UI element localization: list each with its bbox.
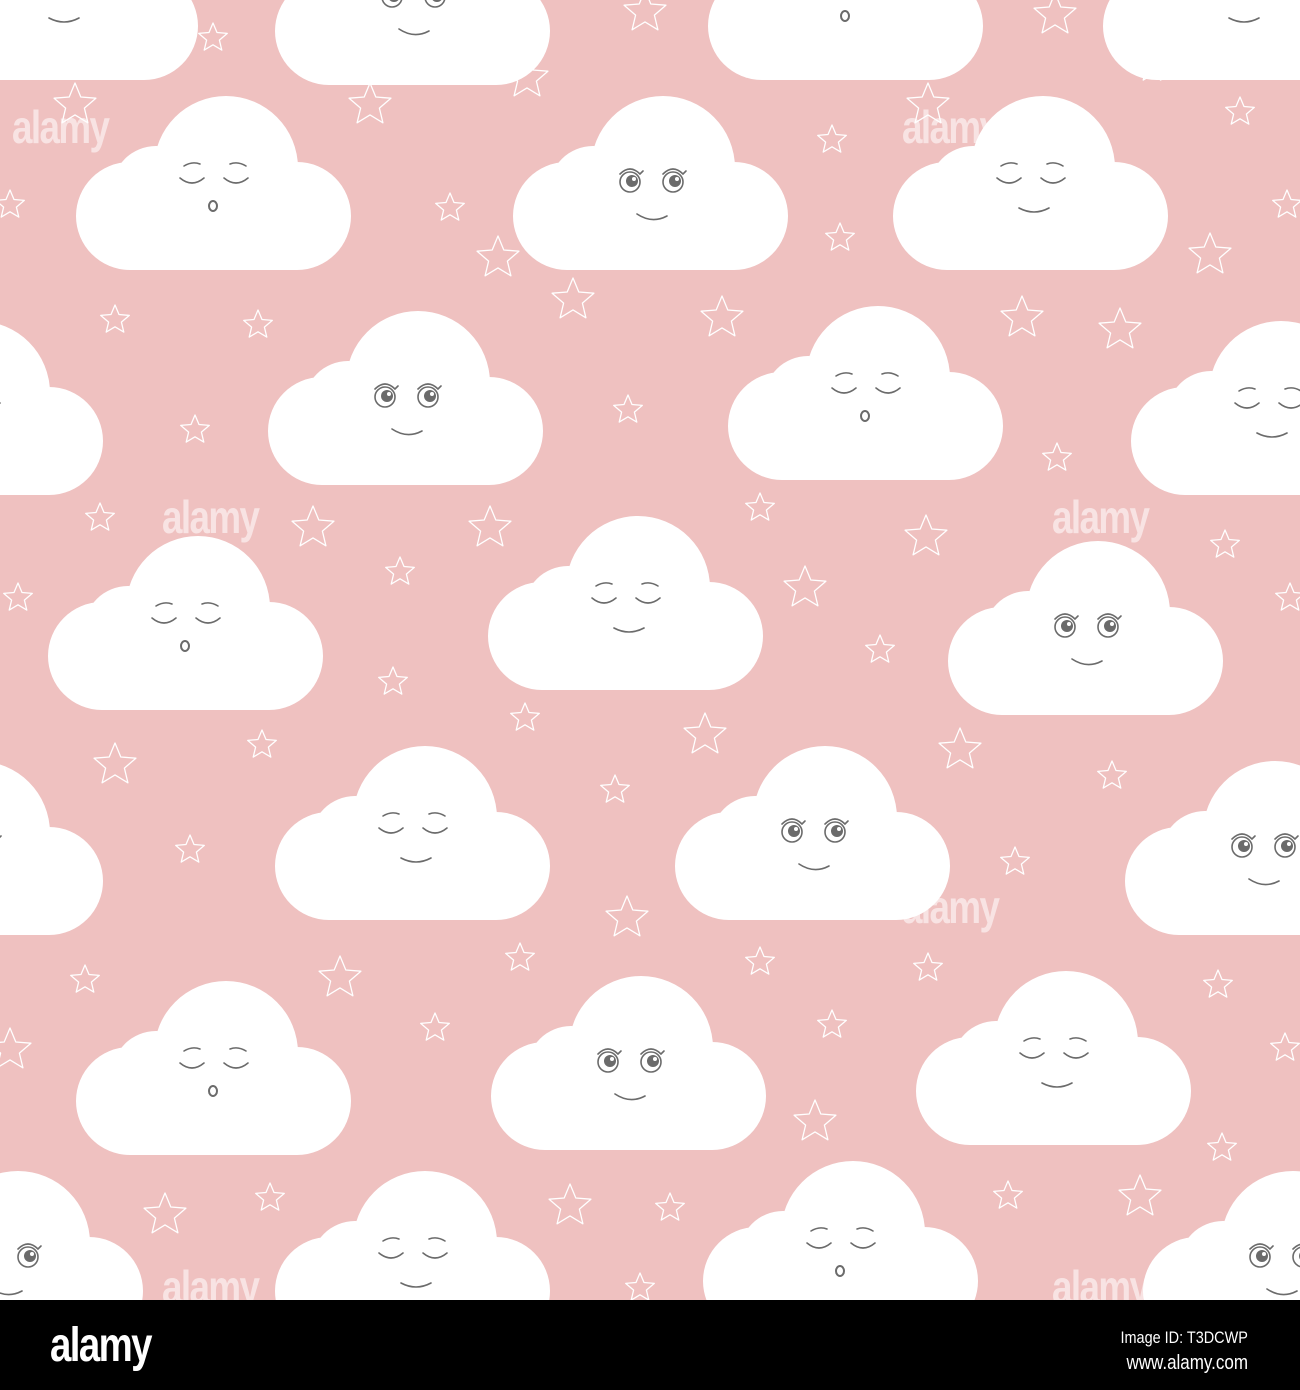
star-icon [175,834,205,863]
star-icon [385,556,415,585]
star-icon [85,502,115,531]
star-icon [865,634,895,663]
star-icon [625,1272,655,1300]
star-icon [1000,295,1044,337]
cloud-kiss [76,981,351,1155]
star-icon [551,277,595,319]
cloud-smile [1131,321,1300,495]
star-icon [93,742,137,784]
cloud-open [1143,1171,1300,1300]
watermark: alamy [162,1261,260,1300]
star-icon [745,492,775,521]
star-icon [938,727,982,769]
star-icon [1033,0,1077,34]
watermark: alamy [902,101,1000,153]
star-icon [180,414,210,443]
star-icon [1272,189,1300,218]
star-icon [1210,529,1240,558]
cloud-kiss [48,536,323,710]
star-icon [1188,232,1232,274]
cloud-open [275,0,550,85]
cloud-smile [916,971,1191,1145]
star-icon [745,946,775,975]
star-icon [3,582,33,611]
star-icon [1118,1174,1162,1216]
star-icon [468,505,512,547]
star-icon [1097,760,1127,789]
star-icon [1270,1032,1300,1061]
star-icon [793,1099,837,1141]
cloud-smile [488,516,763,690]
alamy-logo: alamy [50,1319,152,1372]
star-icon [817,1009,847,1038]
cloud-open [513,96,788,270]
cloud-kiss [728,306,1003,480]
star-icon [1207,1132,1237,1161]
watermark: alamy [1052,1261,1150,1300]
cloud-smile [275,746,550,920]
cloud-pattern: alamy alamy alamy alamy alamy alamy alam… [0,0,1300,1300]
cloud-kiss [703,1161,978,1300]
star-icon [783,565,827,607]
star-icon [318,955,362,997]
star-icon [993,1180,1023,1209]
star-icon [247,729,277,758]
star-icon [913,952,943,981]
star-icon [613,394,643,423]
site-url: www.alamy.com [1126,1352,1248,1374]
pattern-art [0,0,1300,1300]
cloud-open [268,311,543,485]
star-icon [291,505,335,547]
star-icon [505,942,535,971]
star-icon [255,1182,285,1211]
cloud-smile [0,0,198,80]
cloud-open [948,541,1223,715]
star-icon [1275,582,1300,611]
star-icon [378,666,408,695]
watermark: alamy [12,101,110,153]
star-icon [0,189,25,218]
watermark: alamy [162,491,260,543]
star-icon [623,0,667,31]
cloud-smile [1103,0,1300,80]
cloud-kiss [708,0,983,80]
watermark: alamy [902,881,1000,933]
star-icon [510,702,540,731]
star-icon [198,22,228,51]
star-icon [655,1192,685,1221]
star-icon [1042,442,1072,471]
star-icon [420,1012,450,1041]
cloud-open [0,764,103,935]
star-icon [817,124,847,153]
star-icon [1098,307,1142,349]
footer-bar: alamy Image ID: T3DCWP www.alamy.com [0,1300,1300,1390]
cloud-open [1125,761,1300,935]
cloud-smile [275,1171,550,1300]
star-icon [100,304,130,333]
star-icon [1225,96,1255,125]
star-icon [348,82,392,124]
star-icon [605,895,649,937]
star-icon [435,192,465,221]
star-icon [825,222,855,251]
cloud-open [491,976,766,1150]
star-icon [600,774,630,803]
star-icon [548,1183,592,1225]
star-icon [1203,969,1233,998]
star-icon [1000,846,1030,875]
star-icon [700,295,744,337]
star-icon [243,309,273,338]
image-id: Image ID: T3DCWP [1120,1328,1248,1347]
star-icon [904,514,948,556]
star-icon [143,1192,187,1234]
star-icon [476,235,520,277]
cloud-open [0,1171,143,1300]
star-icon [70,964,100,993]
cloud-smile [0,324,103,495]
cloud-kiss [76,96,351,270]
watermark: alamy [1052,491,1150,543]
star-icon [683,712,727,754]
star-icon [0,1027,32,1069]
